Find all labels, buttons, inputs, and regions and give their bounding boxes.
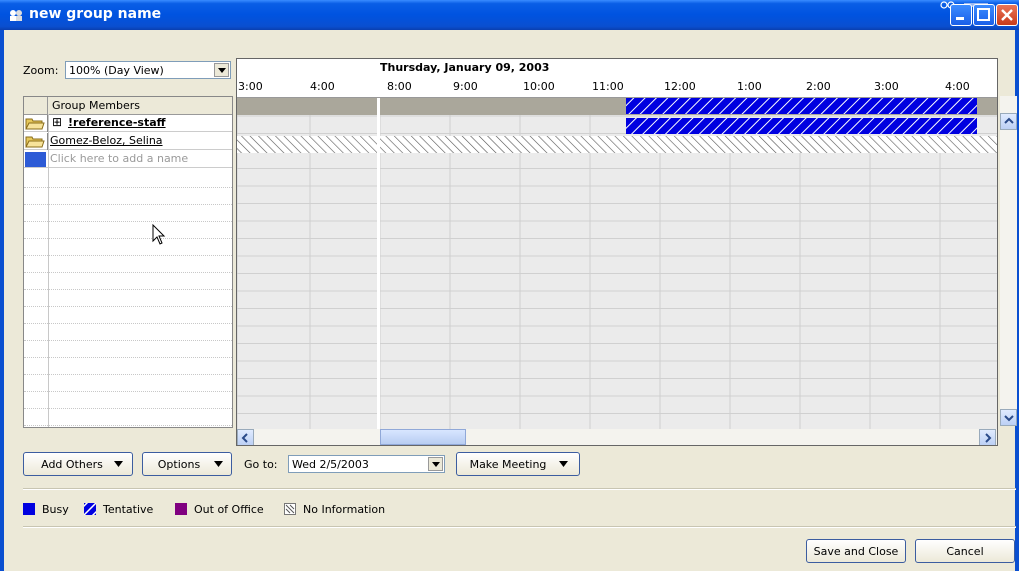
horizontal-scrollbar[interactable] (237, 429, 997, 445)
scroll-down-button[interactable] (1000, 409, 1017, 426)
member-name: !reference-staff (68, 116, 166, 129)
close-button[interactable] (996, 4, 1018, 26)
scroll-left-button[interactable] (237, 429, 254, 445)
zoom-label: Zoom: (23, 64, 59, 77)
dropdown-arrow-icon (114, 461, 123, 467)
tentative-swatch-icon (84, 503, 96, 515)
header-corner (24, 97, 48, 114)
time-label: 4:00 (310, 80, 335, 93)
arrow-down-icon (1004, 415, 1014, 422)
group-icon (10, 10, 22, 21)
goto-date-dropdown[interactable]: Wed 2/5/2003 (288, 455, 445, 473)
goto-label: Go to: (244, 458, 278, 471)
no-information-swatch-icon (284, 503, 296, 515)
folder-icon (25, 118, 45, 130)
legend-out-of-office: Out of Office (194, 503, 264, 516)
dropdown-arrow-icon[interactable] (428, 457, 443, 471)
add-name-input[interactable]: Click here to add a name (50, 152, 188, 165)
time-label: 8:00 (387, 80, 412, 93)
close-icon (1001, 9, 1013, 21)
title-bar[interactable]: new group name (0, 0, 1019, 30)
goto-date-value: Wed 2/5/2003 (292, 458, 369, 471)
add-name-row[interactable]: Click here to add a name (24, 151, 232, 168)
out-of-office-swatch-icon (175, 503, 187, 515)
time-label: 2:00 (806, 80, 831, 93)
schedule-grid[interactable]: Thursday, January 09, 2003 3:00 4:00 8:0… (236, 58, 998, 446)
maximize-button[interactable] (973, 4, 995, 26)
time-label: 9:00 (453, 80, 478, 93)
arrow-right-icon (985, 433, 992, 443)
legend-no-information: No Information (303, 503, 386, 516)
add-others-button[interactable]: Add Others (23, 452, 133, 476)
zoom-dropdown[interactable]: 100% (Day View) (65, 61, 231, 79)
folder-icon (25, 136, 45, 148)
window-border (0, 30, 4, 571)
time-label: 11:00 (592, 80, 624, 93)
window-title: new group name (29, 6, 162, 22)
scroll-right-button[interactable] (979, 429, 996, 445)
vertical-scrollbar[interactable] (1000, 96, 1017, 426)
save-and-close-label: Save and Close (813, 545, 899, 558)
mouse-cursor-icon (152, 224, 166, 245)
options-label: Options (157, 458, 201, 471)
time-gap-divider (377, 98, 380, 429)
divider (23, 488, 1016, 490)
legend-tentative: Tentative (103, 503, 154, 516)
arrow-up-icon (1004, 117, 1014, 124)
schedule-canvas (237, 98, 997, 429)
minimize-button[interactable] (950, 4, 972, 26)
time-label: 1:00 (737, 80, 762, 93)
cancel-label: Cancel (946, 545, 984, 558)
scroll-thumb[interactable] (380, 429, 466, 445)
empty-row[interactable] (24, 407, 232, 426)
scroll-up-button[interactable] (1000, 113, 1017, 130)
divider (23, 526, 1016, 528)
dropdown-arrow-icon (559, 461, 568, 467)
dialog-window: new group name Zoom: 100% (Day View) Gro… (0, 0, 1019, 571)
zoom-value: 100% (Day View) (69, 64, 164, 77)
no-information-block (237, 136, 997, 153)
row-selector (25, 152, 46, 167)
save-and-close-button[interactable]: Save and Close (806, 539, 906, 563)
time-label: 10:00 (523, 80, 555, 93)
add-others-label: Add Others (41, 458, 103, 471)
member-row[interactable]: ⊞ !reference-staff (24, 115, 232, 132)
time-label: 12:00 (664, 80, 696, 93)
cancel-button[interactable]: Cancel (915, 539, 1015, 563)
members-header-label: Group Members (52, 99, 140, 112)
options-button[interactable]: Options (142, 452, 232, 476)
arrow-left-icon (241, 433, 248, 443)
maximize-icon (977, 8, 990, 21)
members-header: Group Members (24, 97, 232, 115)
dropdown-arrow-icon[interactable] (214, 63, 229, 77)
member-row[interactable]: Gomez-Beloz, Selina (24, 133, 232, 150)
time-label: 3:00 (238, 80, 263, 93)
schedule-date: Thursday, January 09, 2003 (380, 61, 550, 74)
member-name: Gomez-Beloz, Selina (50, 134, 163, 147)
members-grid: Group Members ⊞ !reference-staff Gomez-B… (23, 96, 233, 428)
minimize-icon (956, 17, 964, 20)
make-meeting-label: Make Meeting (469, 458, 547, 471)
tentative-block (626, 118, 977, 134)
time-label: 3:00 (874, 80, 899, 93)
busy-swatch-icon (23, 503, 35, 515)
legend-busy: Busy (42, 503, 69, 516)
tentative-block (626, 98, 977, 114)
time-header: Thursday, January 09, 2003 3:00 4:00 8:0… (237, 59, 997, 98)
expand-icon[interactable]: ⊞ (52, 115, 62, 129)
time-label: 4:00 (945, 80, 970, 93)
dropdown-arrow-icon (214, 461, 223, 467)
make-meeting-button[interactable]: Make Meeting (456, 452, 580, 476)
